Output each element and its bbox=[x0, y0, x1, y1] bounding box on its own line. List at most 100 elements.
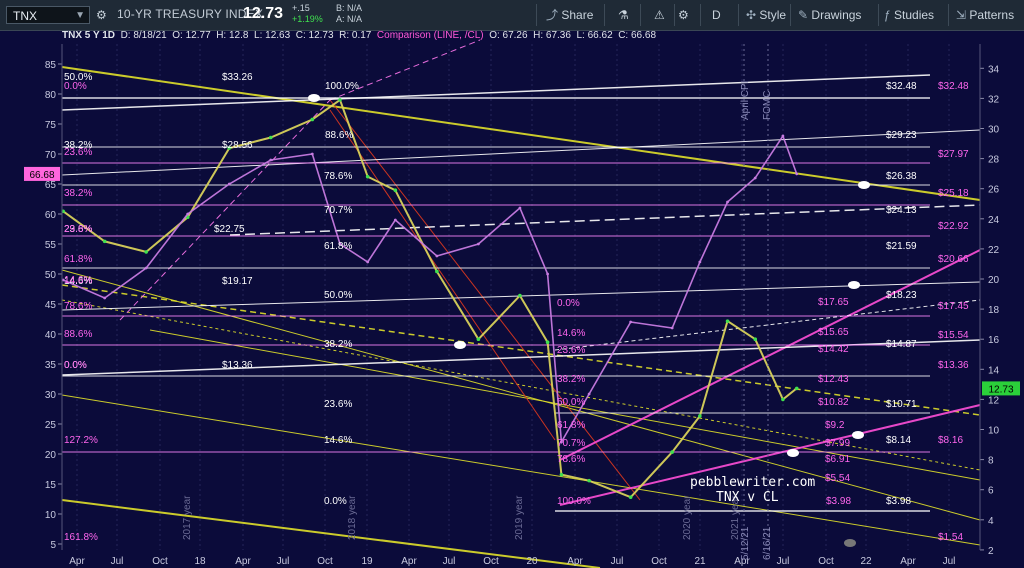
studies-button[interactable]: ƒ Studies bbox=[884, 5, 934, 25]
magenta-value-label: $14.42 bbox=[818, 344, 849, 355]
magenta-value-label: $12.43 bbox=[818, 374, 849, 385]
x-axis-label: Apr bbox=[900, 556, 916, 567]
tnx-point bbox=[393, 188, 398, 193]
gear-icon[interactable]: ⚙ bbox=[678, 5, 689, 25]
toolbar: TNX ▼ ⚙ 10-YR TREASURY INDEX 12.73 +.15 … bbox=[0, 0, 1024, 31]
right-axis-label: 8 bbox=[988, 456, 994, 467]
fib-value-label: $10.71 bbox=[886, 399, 917, 410]
marker-dot bbox=[454, 341, 466, 349]
studies-label: Studies bbox=[894, 8, 935, 22]
mid-fib-pct-label: 50.0% bbox=[557, 397, 585, 408]
left-axis-label: 65 bbox=[45, 180, 57, 191]
flask-icon[interactable]: ⚗ bbox=[618, 5, 629, 25]
fib-value-label: $8.14 bbox=[886, 435, 911, 446]
settings-icon[interactable]: ⚙ bbox=[96, 5, 107, 25]
x-axis-label: 22 bbox=[860, 556, 872, 567]
last-price: 12.73 bbox=[243, 5, 284, 22]
alert-icon[interactable]: ⚠ bbox=[654, 5, 665, 25]
cl-point bbox=[753, 176, 757, 180]
cl-point bbox=[698, 260, 702, 264]
mid-fib-pct-label: 61.8% bbox=[557, 420, 585, 431]
cl-point bbox=[781, 134, 785, 138]
share-button[interactable]: ⤴ Share bbox=[546, 5, 593, 25]
chart-app: TNX ▼ ⚙ 10-YR TREASURY INDEX 12.73 +.15 … bbox=[0, 0, 1024, 568]
cl-point bbox=[629, 320, 633, 324]
change-percent: +1.19% bbox=[292, 14, 323, 24]
cl-point bbox=[144, 266, 148, 270]
divider bbox=[674, 4, 675, 26]
right-axis-label: 6 bbox=[988, 486, 994, 497]
magenta-pct-label: 127.2% bbox=[64, 435, 98, 446]
magenta-value-label: $32.48 bbox=[938, 81, 969, 92]
tnx-point bbox=[587, 478, 591, 483]
tnx-point bbox=[310, 117, 315, 122]
magenta-pct-label: 161.8% bbox=[64, 532, 98, 543]
period-button[interactable]: D bbox=[712, 5, 721, 25]
cl-fib-value-label: $28.56 bbox=[222, 140, 253, 151]
left-axis-label: 55 bbox=[45, 240, 57, 251]
fib-pct-label: 70.7% bbox=[324, 205, 352, 216]
marker-dot bbox=[308, 94, 320, 102]
style-button[interactable]: ✣ Style bbox=[746, 5, 786, 25]
cl-current-label: 66.68 bbox=[29, 170, 54, 181]
fib-value-label: $14.87 bbox=[886, 339, 917, 350]
symbol-input[interactable]: TNX ▼ bbox=[6, 6, 90, 24]
cl-point bbox=[435, 254, 439, 258]
studies-icon: ƒ bbox=[884, 8, 891, 22]
x-axis-label: 19 bbox=[361, 556, 373, 567]
x-axis-label: Oct bbox=[483, 556, 499, 567]
divider bbox=[700, 4, 701, 26]
left-axis-label: 50 bbox=[45, 270, 57, 281]
left-axis-label: 85 bbox=[45, 60, 57, 71]
left-axis-label: 25 bbox=[45, 420, 57, 431]
right-axis-label: 14 bbox=[988, 365, 1000, 376]
patterns-icon: ⇲ bbox=[956, 8, 967, 22]
magenta-pct-label: 14.6% bbox=[64, 275, 92, 286]
price-chart[interactable]: 100.0% $32.4888.6% $29.2378.6% $26.3870.7% $… bbox=[0, 31, 1024, 568]
magenta-value-label: $8.16 bbox=[938, 435, 963, 446]
magenta-value-label: $13.36 bbox=[938, 360, 969, 371]
chevron-down-icon[interactable]: ▼ bbox=[75, 7, 85, 25]
change-block: +.15 +1.19% bbox=[292, 3, 323, 25]
pencil-icon: ✎ bbox=[798, 8, 809, 22]
x-axis-label: Apr bbox=[69, 556, 85, 567]
right-axis-label: 28 bbox=[988, 155, 1000, 166]
fib-pct-label: 23.6% bbox=[324, 399, 352, 410]
drawings-button[interactable]: ✎ Drawings bbox=[798, 5, 861, 25]
event-label: 6/16/21 bbox=[762, 526, 773, 560]
cl-point bbox=[476, 242, 480, 246]
tnx-point bbox=[476, 337, 481, 342]
cl-point bbox=[310, 152, 314, 156]
x-axis-label: Apr bbox=[235, 556, 251, 567]
fib-pct-label: 14.6% bbox=[324, 435, 352, 446]
right-axis-label: 24 bbox=[988, 215, 1000, 226]
divider bbox=[790, 4, 791, 26]
tnx-point bbox=[365, 174, 370, 179]
share-icon: ⤴ bbox=[546, 8, 559, 22]
magenta-pct-label: 0.0% bbox=[64, 360, 87, 371]
patterns-button[interactable]: ⇲ Patterns bbox=[956, 5, 1014, 25]
fib-value-label: $3.98 bbox=[886, 496, 911, 507]
x-axis-label: Jul bbox=[777, 556, 790, 567]
tnx-point bbox=[102, 239, 107, 244]
fib-pct-label: 50.0% bbox=[324, 290, 352, 301]
style-icon: ✣ bbox=[746, 8, 757, 22]
magenta-pct-label: 38.2% bbox=[64, 188, 92, 199]
instrument-name: 10-YR TREASURY INDEX bbox=[117, 7, 264, 21]
magenta-pct-label: 78.6% bbox=[64, 301, 92, 312]
left-axis-label: 80 bbox=[45, 90, 57, 101]
divider bbox=[878, 4, 879, 26]
marker-dot bbox=[787, 449, 799, 457]
divider bbox=[948, 4, 949, 26]
magenta-pct-label: 0.0% bbox=[64, 81, 87, 92]
mid-fib-pct-label: 38.2% bbox=[557, 374, 585, 385]
tnx-point bbox=[435, 269, 439, 274]
x-axis-label: Oct bbox=[818, 556, 834, 567]
left-axis-label: 45 bbox=[45, 300, 57, 311]
x-axis-label: 21 bbox=[694, 556, 706, 567]
x-axis-label: Jul bbox=[277, 556, 290, 567]
mid-fib-pct-label: 70.7% bbox=[557, 438, 585, 449]
tnx-point bbox=[670, 450, 674, 454]
magenta-pct-label: 29.8% bbox=[64, 224, 92, 235]
tnx-point bbox=[144, 250, 149, 254]
